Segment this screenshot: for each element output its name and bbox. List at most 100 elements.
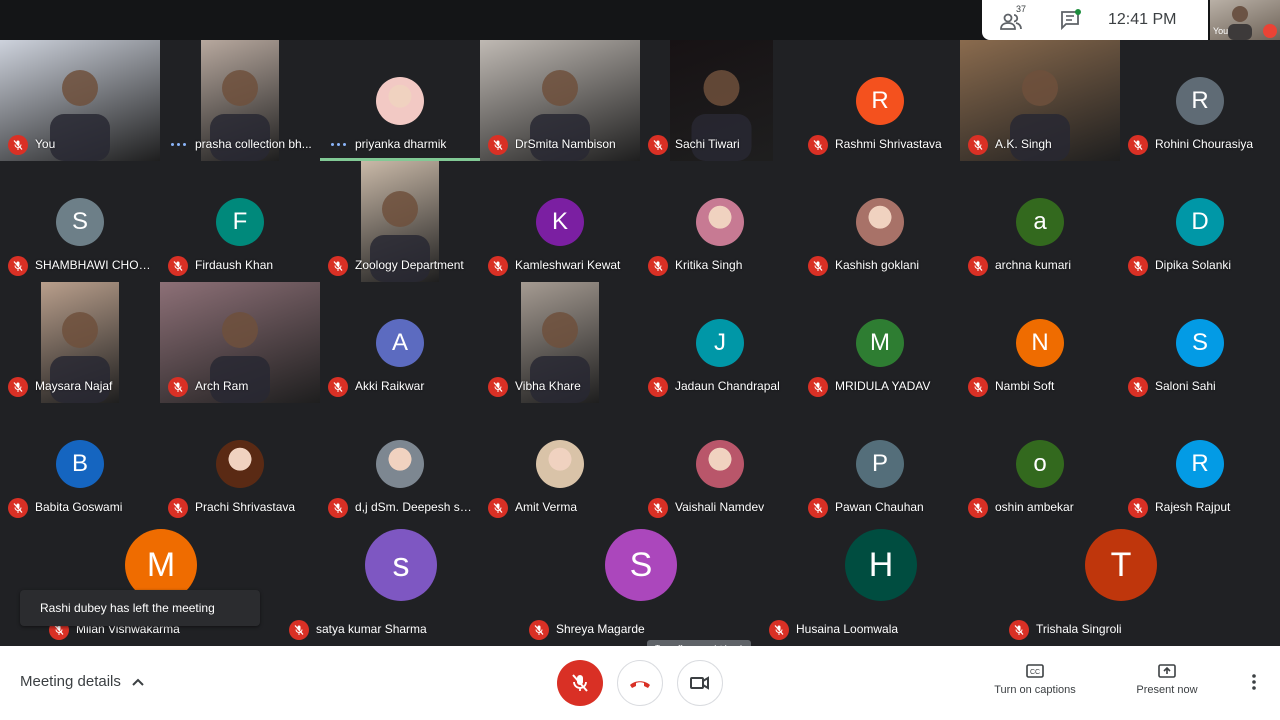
participant-avatar: R bbox=[856, 77, 904, 125]
participant-tile[interactable]: Arch Ram bbox=[160, 282, 320, 403]
participant-tile[interactable]: N Nambi Soft bbox=[960, 282, 1120, 403]
leave-call-button[interactable] bbox=[617, 660, 663, 706]
captions-button[interactable]: CC Turn on captions bbox=[990, 664, 1080, 696]
mic-toggle-button[interactable] bbox=[557, 660, 603, 706]
participant-avatar: P bbox=[856, 440, 904, 488]
participant-name: Firdaush Khan bbox=[195, 258, 274, 272]
muted-mic-icon bbox=[808, 377, 828, 397]
present-now-button[interactable]: Present now bbox=[1122, 664, 1212, 696]
present-label: Present now bbox=[1136, 684, 1198, 696]
participant-tile[interactable]: F Firdaush Khan bbox=[160, 161, 320, 282]
muted-mic-icon bbox=[328, 256, 348, 276]
participant-tile[interactable]: S Saloni Sahi bbox=[1120, 282, 1280, 403]
participant-profile-photo bbox=[536, 440, 584, 488]
participant-tile[interactable]: d,j dSm. Deepesh saini bbox=[320, 403, 480, 524]
participant-tile[interactable]: Kritika Singh bbox=[640, 161, 800, 282]
hang-up-icon bbox=[630, 681, 650, 688]
participant-avatar: s bbox=[365, 529, 437, 601]
participant-tile[interactable]: T Trishala Singroli bbox=[1001, 525, 1241, 646]
clock-time: 12:41 PM bbox=[1108, 11, 1177, 28]
participant-name: Saloni Sahi bbox=[1155, 379, 1216, 393]
participant-avatar: F bbox=[216, 198, 264, 246]
muted-mic-icon bbox=[648, 377, 668, 397]
muted-mic-icon bbox=[1009, 620, 1029, 640]
chat-button[interactable] bbox=[1060, 8, 1084, 32]
meeting-details-button[interactable]: Meeting details bbox=[20, 673, 145, 690]
participant-tile[interactable]: Zoology Department bbox=[320, 161, 480, 282]
participant-tile[interactable]: o oshin ambekar bbox=[960, 403, 1120, 524]
participant-tile[interactable]: Prachi Shrivastava bbox=[160, 403, 320, 524]
participant-avatar: S bbox=[605, 529, 677, 601]
muted-mic-icon bbox=[488, 256, 508, 276]
mic-off-icon bbox=[572, 674, 588, 692]
participant-avatar: H bbox=[845, 529, 917, 601]
participant-tile[interactable]: a archna kumari bbox=[960, 161, 1120, 282]
participant-tile[interactable]: DrSmita Nambison bbox=[480, 40, 640, 161]
participant-tile[interactable]: Vibha Khare bbox=[480, 282, 640, 403]
participant-tile[interactable]: priyanka dharmik bbox=[320, 40, 480, 161]
participant-tile[interactable]: s satya kumar Sharma bbox=[281, 525, 521, 646]
muted-mic-icon bbox=[1128, 377, 1148, 397]
participant-tile[interactable]: A Akki Raikwar bbox=[320, 282, 480, 403]
participant-avatar: D bbox=[1176, 198, 1224, 246]
muted-mic-icon bbox=[808, 498, 828, 518]
participant-name: Zoology Department bbox=[355, 258, 464, 272]
participant-tile[interactable]: Sachi Tiwari bbox=[640, 40, 800, 161]
more-vert-icon bbox=[1252, 674, 1256, 690]
participant-name: Vaishali Namdev bbox=[675, 500, 765, 514]
participant-tile[interactable]: M MRIDULA YADAV bbox=[800, 282, 960, 403]
captions-icon: CC bbox=[1026, 664, 1044, 678]
participant-tile[interactable]: S Shreya Magarde bbox=[521, 525, 761, 646]
participant-tile[interactable]: B Babita Goswami bbox=[0, 403, 160, 524]
participant-tile[interactable]: P Pawan Chauhan bbox=[800, 403, 960, 524]
participant-profile-photo bbox=[696, 440, 744, 488]
people-button[interactable]: 37 bbox=[1000, 4, 1030, 32]
participant-tile[interactable]: R Rashmi Shrivastava bbox=[800, 40, 960, 161]
participant-avatar: N bbox=[1016, 319, 1064, 367]
participant-name: Prachi Shrivastava bbox=[195, 500, 296, 514]
participant-name: Pawan Chauhan bbox=[835, 500, 924, 514]
participant-tile[interactable]: Kashish goklani bbox=[800, 161, 960, 282]
participant-name: MRIDULA YADAV bbox=[835, 379, 931, 393]
participant-count: 37 bbox=[1016, 4, 1027, 14]
muted-mic-icon bbox=[1128, 498, 1148, 518]
participant-name: Rashmi Shrivastava bbox=[835, 137, 942, 151]
muted-mic-icon bbox=[648, 256, 668, 276]
muted-mic-icon bbox=[8, 135, 28, 155]
participant-tile[interactable]: R Rajesh Rajput bbox=[1120, 403, 1280, 524]
participant-avatar: A bbox=[376, 319, 424, 367]
participant-name: Husaina Loomwala bbox=[796, 622, 899, 636]
participant-name: Kritika Singh bbox=[675, 258, 743, 272]
participant-tile[interactable]: Maysara Najaf bbox=[0, 282, 160, 403]
participant-tile[interactable]: Amit Verma bbox=[480, 403, 640, 524]
participant-avatar: R bbox=[1176, 77, 1224, 125]
participant-profile-photo bbox=[376, 440, 424, 488]
participant-tile[interactable]: Vaishali Namdev bbox=[640, 403, 800, 524]
muted-mic-icon bbox=[769, 620, 789, 640]
participant-name: oshin ambekar bbox=[995, 500, 1074, 514]
camera-toggle-button[interactable] bbox=[677, 660, 723, 706]
participant-tile[interactable]: S SHAMBHAWI CHOU... bbox=[0, 161, 160, 282]
participant-tile[interactable]: K Kamleshwari Kewat bbox=[480, 161, 640, 282]
participant-avatar: S bbox=[1176, 319, 1224, 367]
participant-profile-photo bbox=[696, 198, 744, 246]
chevron-up-icon bbox=[132, 678, 144, 686]
participant-name: d,j dSm. Deepesh saini bbox=[355, 500, 477, 514]
more-options-button[interactable] bbox=[1244, 672, 1264, 692]
participant-tile[interactable]: M Milan Vishwakarma bbox=[41, 525, 281, 646]
participant-name: DrSmita Nambison bbox=[515, 137, 616, 151]
participant-tile[interactable]: A.K. Singh bbox=[960, 40, 1120, 161]
participant-name: Arch Ram bbox=[195, 379, 249, 393]
participant-tile[interactable]: prasha collection bh... bbox=[160, 40, 320, 161]
participant-tile[interactable]: J Jadaun Chandrapal bbox=[640, 282, 800, 403]
participant-avatar: K bbox=[536, 198, 584, 246]
participant-tile[interactable]: H Husaina Loomwala bbox=[761, 525, 1001, 646]
participant-tile[interactable]: You bbox=[0, 40, 160, 161]
participant-name: prasha collection bh... bbox=[195, 137, 312, 151]
speaking-indicator-icon bbox=[330, 140, 348, 150]
self-preview[interactable]: You bbox=[1210, 0, 1280, 40]
participant-name: SHAMBHAWI CHOU... bbox=[35, 258, 157, 272]
participant-tile[interactable]: D Dipika Solanki bbox=[1120, 161, 1280, 282]
participant-name: Kashish goklani bbox=[835, 258, 920, 272]
participant-tile[interactable]: R Rohini Chourasiya bbox=[1120, 40, 1280, 161]
